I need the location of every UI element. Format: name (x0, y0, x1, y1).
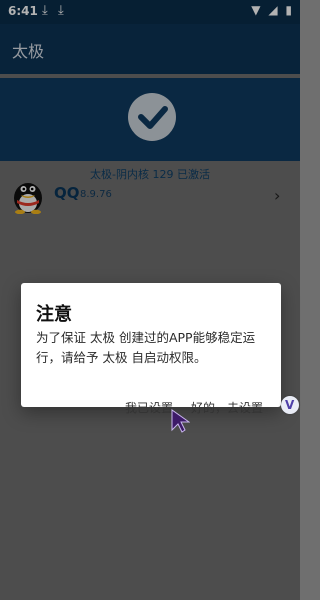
dialog-title: 注意 (36, 304, 72, 325)
already-set-button[interactable]: 我已设置 (125, 399, 173, 416)
dialog-message: 为了保证 太极 创建过的APP能够稳定运行，请给予 太极 自启动权限。 (36, 330, 256, 365)
bubble-v-icon: V (285, 398, 295, 412)
go-settings-button[interactable]: 好的，去设置 (191, 399, 263, 416)
cursor-icon (171, 409, 190, 433)
